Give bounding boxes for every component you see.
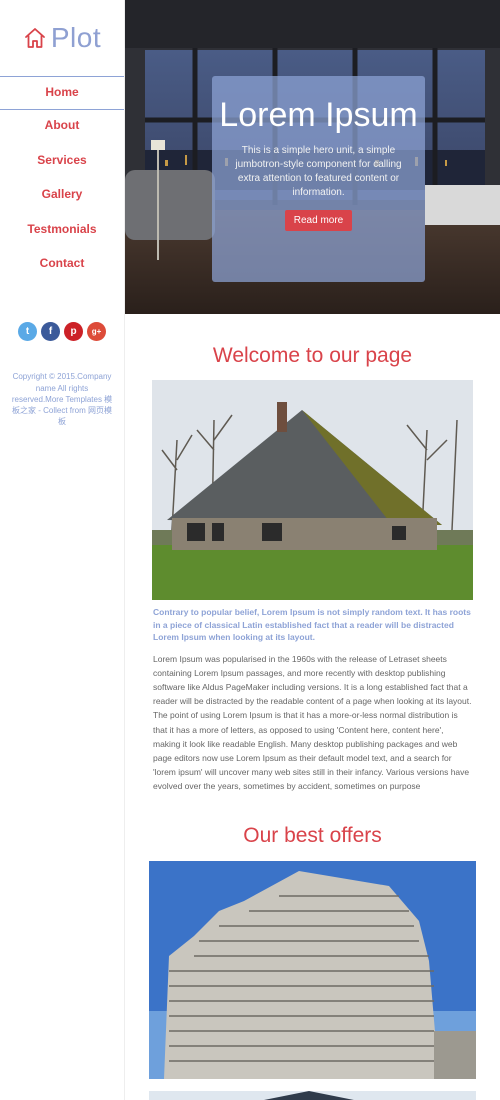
copyright-text: Copyright © 2015.Company name All rights… <box>11 372 113 427</box>
logo-text: Plot <box>50 22 102 53</box>
twitter-icon[interactable]: t <box>18 322 37 342</box>
hero-section: Lorem Ipsum This is a simple hero unit, … <box>125 0 500 314</box>
home-icon <box>24 28 45 48</box>
hero-title: Lorem Ipsum <box>219 96 418 134</box>
hero-card: Lorem Ipsum This is a simple hero unit, … <box>212 76 425 282</box>
main-content: Welcome to our page Contrary to popular … <box>125 314 500 1100</box>
read-more-button[interactable]: Read more <box>284 210 353 231</box>
welcome-title: Welcome to our page <box>212 344 413 367</box>
nav-item-services[interactable]: Services <box>0 145 124 179</box>
nav-item-testimonials[interactable]: Testmonials <box>0 214 124 248</box>
nav-item-about[interactable]: About <box>0 110 124 144</box>
social-links: t f p g+ <box>0 322 124 342</box>
welcome-body: Lorem Ipsum was popularised in the 1960s… <box>153 653 472 792</box>
nav-item-contact[interactable]: Contact <box>0 248 124 282</box>
google-plus-icon[interactable]: g+ <box>87 322 106 342</box>
facebook-icon[interactable]: f <box>41 322 60 342</box>
sidebar: Plot Home About Services Gallery Testmon… <box>0 0 125 1100</box>
logo[interactable]: Plot <box>0 0 124 76</box>
offers-title: Our best offers <box>243 823 382 847</box>
pinterest-icon[interactable]: p <box>64 322 83 342</box>
hero-description: This is a simple hero unit, a simple jum… <box>235 145 402 198</box>
nav-item-gallery[interactable]: Gallery <box>0 179 124 213</box>
nav-item-home[interactable]: Home <box>0 76 124 110</box>
main-nav: Home About Services Gallery Testmonials … <box>0 76 124 282</box>
welcome-lead: Contrary to popular belief, Lorem Ipsum … <box>153 607 471 642</box>
house-image <box>152 380 473 600</box>
building-image <box>149 860 476 1079</box>
next-offer-image <box>149 1090 476 1100</box>
